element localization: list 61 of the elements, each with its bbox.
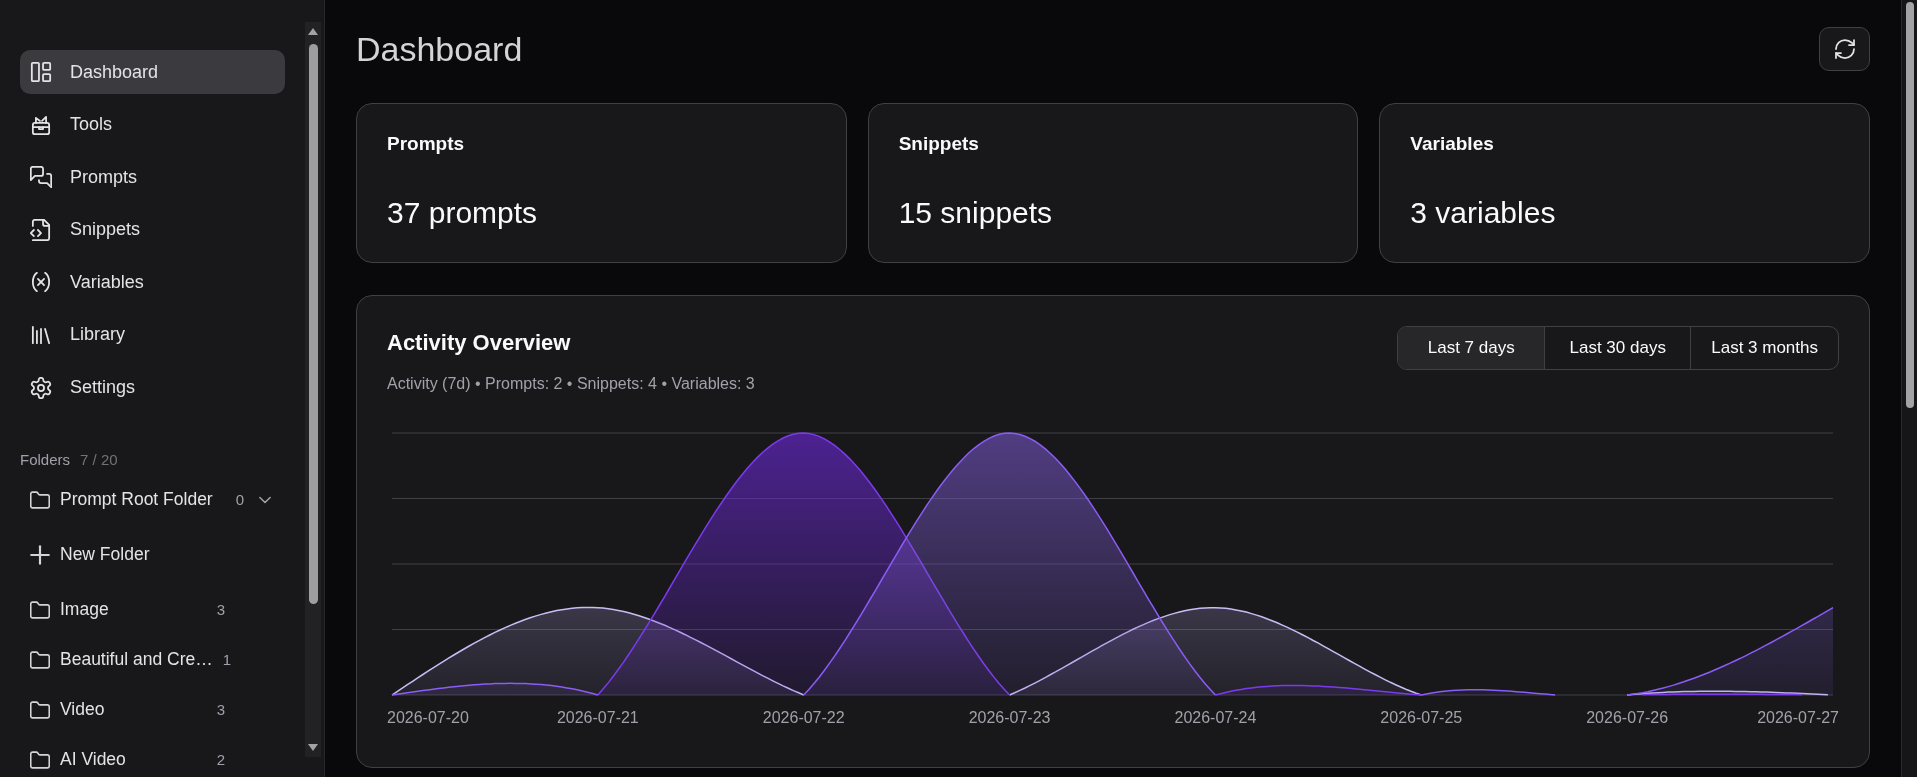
folder-icon [30, 649, 50, 670]
books-icon [30, 323, 52, 346]
axis-label: 2026-07-22 [762, 709, 845, 726]
axis-label: 2026-07-27 [1757, 709, 1839, 726]
nav-item[interactable]: Variables [20, 260, 285, 305]
chart-title: Activity Overview [387, 330, 571, 356]
scroll-up-icon[interactable] [308, 28, 318, 35]
stat-value: 15 snippets [898, 195, 1053, 231]
new-folder-button[interactable]: New Folder [20, 536, 235, 573]
stat-title: Prompts [387, 133, 465, 155]
settings-icon [30, 376, 52, 399]
code-file-icon [30, 218, 52, 241]
folder-icon [30, 599, 50, 620]
item-count: 3 [216, 701, 225, 719]
item-count: 3 [216, 601, 225, 619]
item-count: 1 [222, 651, 232, 669]
folder-count: 7 / 20 [80, 450, 118, 469]
variable-icon [30, 271, 52, 294]
folder-item[interactable]: AI Video 2 [20, 741, 235, 777]
plus-icon [30, 544, 50, 565]
item-count: 2 [216, 751, 225, 769]
axis-label: 2026-07-24 [1174, 709, 1257, 726]
chart-summary: Activity (7d) • Prompts: 2 • Snippets: 4 • Variables: 3 [387, 374, 755, 394]
refresh-icon [1834, 39, 1855, 59]
folder-item[interactable]: Beautiful and Cre… 1 [20, 641, 242, 678]
folder-icon [30, 699, 50, 720]
scrollbar-thumb[interactable] [1905, 2, 1914, 408]
axis-label: 2026-07-26 [1586, 709, 1669, 726]
scrollbar-thumb[interactable] [308, 44, 318, 604]
stat-title: Snippets [898, 133, 979, 155]
dashboard-icon [30, 61, 52, 83]
chat-bubbles-icon [30, 166, 52, 189]
nav-item[interactable]: Prompts [20, 155, 285, 200]
axis-label: 2026-07-25 [1380, 709, 1463, 726]
range-tab[interactable]: Last 30 days [1544, 327, 1691, 369]
stat-value: 3 variables [1410, 195, 1556, 231]
range-tab[interactable]: Last 3 months [1690, 327, 1838, 369]
axis-label: 2026-07-23 [968, 709, 1051, 726]
scrollbar[interactable] [305, 22, 321, 757]
page-title: Dashboard [356, 29, 523, 69]
stat-value: 37 prompts [387, 195, 538, 231]
nav-item[interactable]: Dashboard [20, 50, 285, 94]
nav-item[interactable]: Tools [20, 102, 285, 147]
axis-label: 2026-07-20 [387, 709, 469, 726]
box-icon [30, 113, 52, 136]
folder-icon [30, 489, 50, 510]
nav-item[interactable]: Library [20, 312, 285, 357]
section-label: Folders [20, 450, 71, 469]
range-tab[interactable]: Last 7 days [1398, 327, 1545, 369]
nav-item[interactable]: Settings [20, 365, 285, 410]
refresh-button[interactable] [1819, 27, 1870, 71]
folder-item[interactable]: Prompt Root Folder 0 [20, 481, 285, 518]
folder-item[interactable]: Video 3 [20, 691, 235, 728]
folder-icon [30, 749, 50, 770]
stat-title: Variables [1410, 133, 1494, 155]
scroll-down-icon[interactable] [308, 744, 318, 751]
scrollbar[interactable] [1901, 0, 1917, 777]
folder-item[interactable]: Image 3 [20, 591, 235, 628]
item-count: 0 [235, 491, 244, 509]
nav-item[interactable]: Snippets [20, 207, 285, 252]
axis-label: 2026-07-21 [556, 709, 639, 726]
